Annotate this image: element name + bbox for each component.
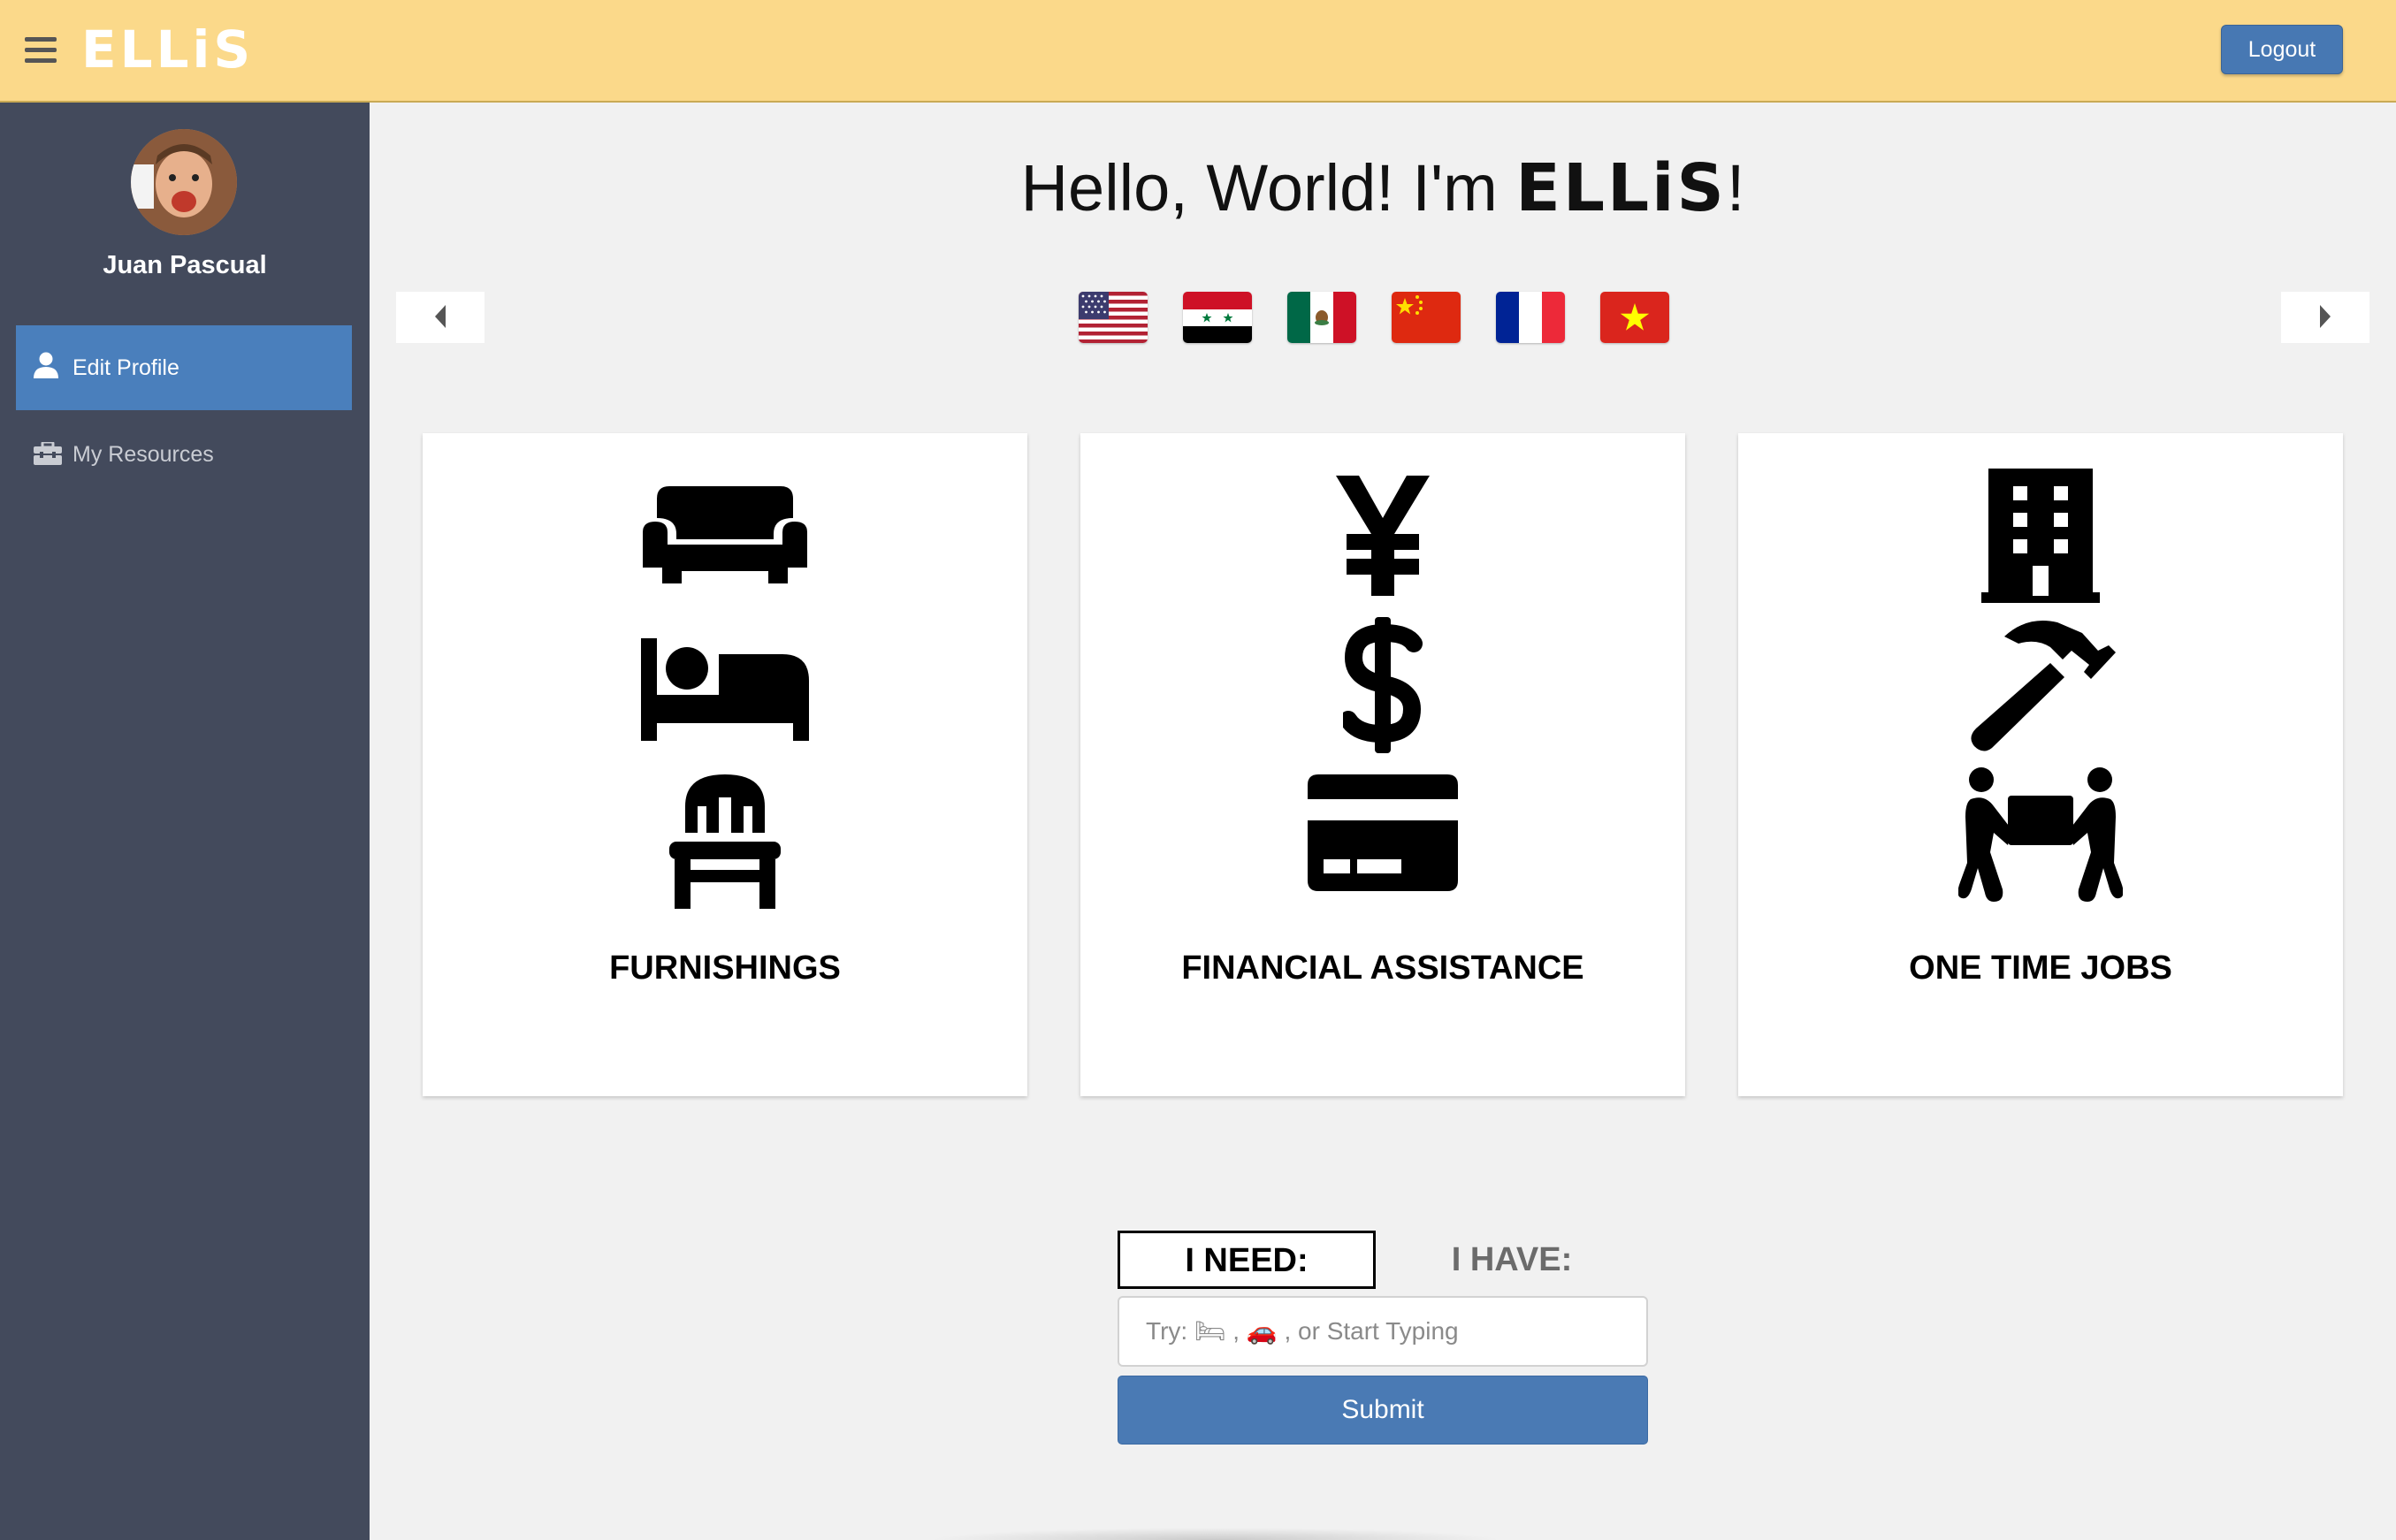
user-icon	[34, 352, 58, 378]
page-title: Hello, World! I'm ELLiS!	[370, 150, 2396, 226]
chair-icon	[669, 774, 781, 909]
dollar-icon	[1343, 617, 1423, 753]
carousel-prev-button[interactable]	[396, 292, 485, 343]
avatar	[131, 129, 237, 235]
logout-button[interactable]: Logout	[2221, 25, 2343, 74]
tab-i-need[interactable]: I NEED:	[1118, 1231, 1376, 1289]
search-input[interactable]	[1118, 1296, 1648, 1367]
category-card-one-time-jobs[interactable]: ONE TIME JOBS	[1738, 433, 2343, 1096]
vietnam-flag-icon[interactable]	[1600, 292, 1669, 343]
greeting-end: !	[1726, 151, 1745, 225]
building-icon	[1981, 469, 2100, 603]
sidebar: Juan Pascual Edit Profile My Resources	[0, 103, 370, 1540]
submit-button[interactable]: Submit	[1118, 1376, 1648, 1445]
toolbox-icon	[34, 442, 62, 465]
hammer-icon	[1971, 621, 2116, 751]
couch-icon	[643, 486, 807, 583]
greeting-brand: ELLiS	[1515, 150, 1727, 226]
mexico-flag-icon[interactable]	[1287, 292, 1356, 343]
category-title: ONE TIME JOBS	[1909, 949, 2172, 987]
sidebar-item-edit-profile[interactable]: Edit Profile	[16, 325, 352, 410]
greeting-text: Hello, World! I'm	[1020, 151, 1516, 225]
sidebar-item-label: My Resources	[72, 442, 214, 467]
hamburger-menu-icon[interactable]	[25, 37, 57, 64]
category-card-financial-assistance[interactable]: FINANCIAL ASSISTANCE	[1080, 433, 1685, 1096]
bed-icon	[641, 638, 809, 741]
carousel-next-button[interactable]	[2281, 292, 2369, 343]
people-carry-icon	[1958, 767, 2123, 902]
caret-right-icon	[2320, 304, 2331, 328]
credit-card-icon	[1308, 774, 1458, 891]
footer-shadow	[928, 1528, 1503, 1540]
sidebar-item-label: Edit Profile	[72, 355, 179, 380]
sidebar-item-my-resources[interactable]: My Resources	[16, 419, 352, 490]
tab-i-have[interactable]: I HAVE:	[1383, 1231, 1641, 1289]
top-bar: ELLiS Logout	[0, 0, 2396, 103]
user-name: Juan Pascual	[103, 251, 267, 279]
category-card-furnishings[interactable]: FURNISHINGS	[423, 433, 1027, 1096]
us-flag-icon[interactable]	[1079, 292, 1148, 343]
france-flag-icon[interactable]	[1496, 292, 1565, 343]
app-logo: ELLiS	[81, 19, 255, 80]
category-title: FINANCIAL ASSISTANCE	[1181, 949, 1584, 987]
syria-flag-icon[interactable]	[1183, 292, 1252, 343]
caret-left-icon	[435, 304, 446, 328]
yen-icon	[1336, 476, 1430, 596]
china-flag-icon[interactable]	[1392, 292, 1461, 343]
category-title: FURNISHINGS	[609, 949, 841, 987]
